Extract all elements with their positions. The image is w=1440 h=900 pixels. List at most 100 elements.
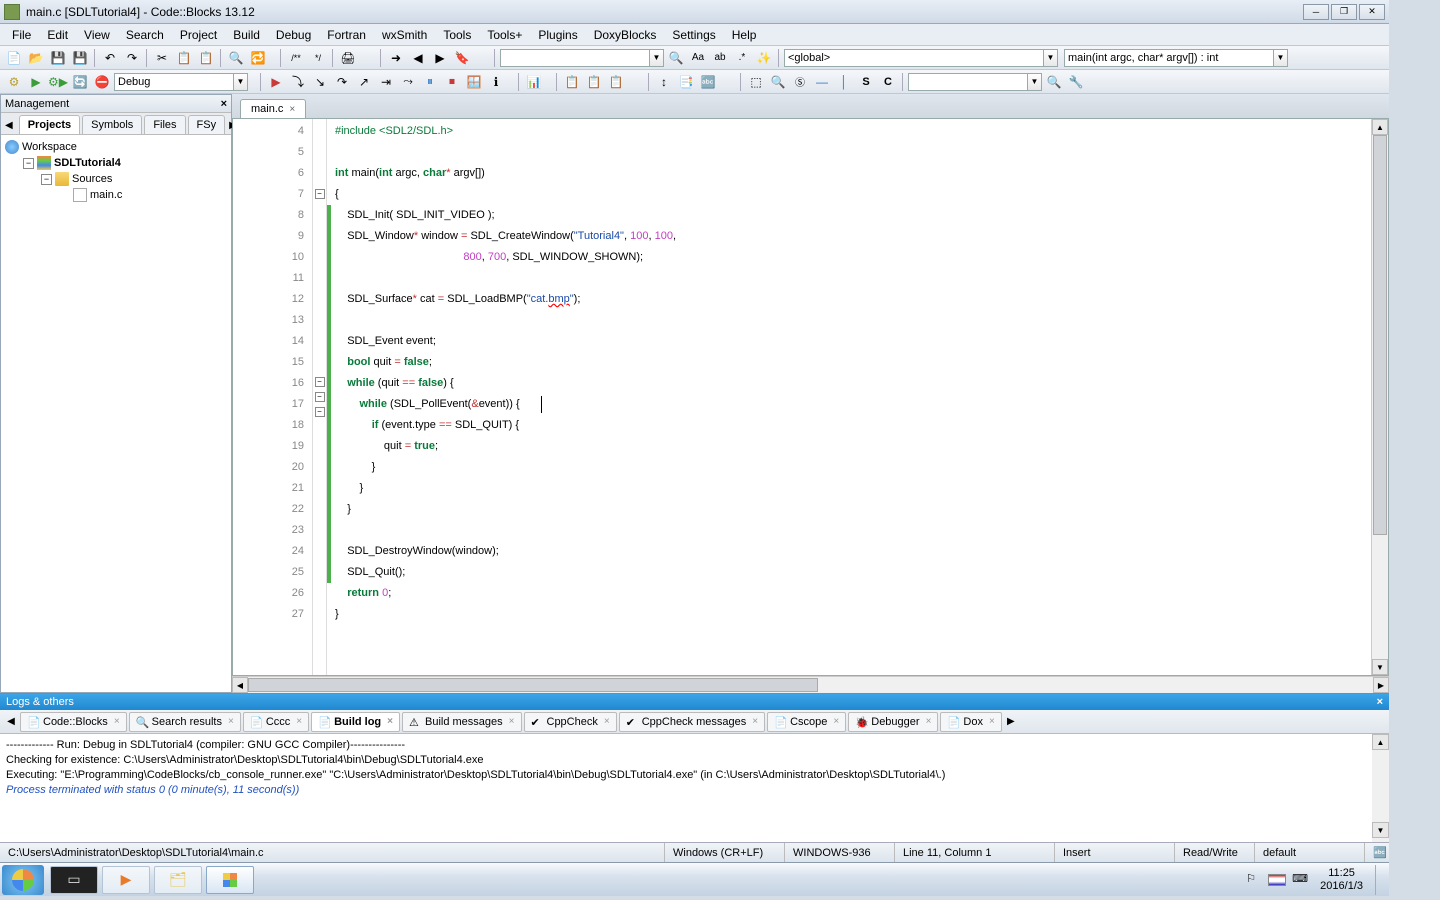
build-target-arrow[interactable]: ▼ — [234, 73, 248, 91]
fold-toggle[interactable]: − — [315, 407, 325, 417]
menu-doxyblocks[interactable]: DoxyBlocks — [586, 26, 665, 44]
log-tab-close[interactable]: × — [833, 716, 839, 727]
line-button[interactable]: — — [812, 72, 832, 92]
fold-toggle[interactable]: − — [315, 392, 325, 402]
menu-settings[interactable]: Settings — [664, 26, 723, 44]
replace-button[interactable]: 🔁 — [248, 48, 268, 68]
tree-project[interactable]: − SDLTutorial4 — [5, 155, 227, 171]
debug-windows-button[interactable]: 🪟 — [464, 72, 484, 92]
tray-keyboard-icon[interactable]: ⌨ — [1292, 872, 1308, 888]
tray-lang-icon[interactable] — [1268, 874, 1286, 886]
log-tab-close[interactable]: × — [114, 716, 120, 727]
scope-dropdown[interactable]: ▼ — [784, 49, 1058, 67]
settings-button[interactable]: 🔧 — [1066, 72, 1086, 92]
func-dropdown[interactable]: ▼ — [1064, 49, 1288, 67]
tray-flag-icon[interactable]: ⚐ — [1246, 872, 1262, 888]
sel-button[interactable]: Ⓢ — [790, 72, 810, 92]
find-dropdown-arrow[interactable]: ▼ — [650, 49, 664, 67]
rebuild-button[interactable]: 🔄 — [70, 72, 90, 92]
menu-fortran[interactable]: Fortran — [319, 26, 374, 44]
find-button[interactable]: 🔍 — [226, 48, 246, 68]
sources-expander[interactable]: − — [41, 174, 52, 185]
find-go-button[interactable]: 🔍 — [666, 48, 686, 68]
run-to-cursor-button[interactable]: ⤵ — [288, 72, 308, 92]
build-run-button[interactable]: ⚙▶ — [48, 72, 68, 92]
log-tab-close[interactable]: × — [296, 716, 302, 727]
run-button[interactable]: ▶ — [26, 72, 46, 92]
extra-dropdown[interactable]: ▼ — [908, 73, 1042, 91]
new-file-button[interactable]: 📄 — [4, 48, 24, 68]
logs-tab-right[interactable]: ▶ — [1004, 716, 1018, 727]
step-over-button[interactable]: ↷ — [332, 72, 352, 92]
menu-tools+[interactable]: Tools+ — [479, 26, 530, 44]
menu-plugins[interactable]: Plugins — [530, 26, 585, 44]
editor-hscroll[interactable]: ◀ ▶ — [232, 676, 1389, 693]
log-tab-codeblocks[interactable]: 📄Code::Blocks× — [20, 712, 127, 732]
save-all-button[interactable]: 💾 — [70, 48, 90, 68]
undo-button[interactable]: ↶ — [100, 48, 120, 68]
scope-input[interactable] — [784, 49, 1044, 67]
next-instr-button[interactable]: ⇥ — [376, 72, 396, 92]
logs-vscroll[interactable]: ▲ ▼ — [1372, 734, 1389, 842]
regex-button[interactable]: .* — [732, 48, 752, 68]
highlight-button[interactable]: ✨ — [754, 48, 774, 68]
step-instr-button[interactable]: ⤳ — [398, 72, 418, 92]
log-tab-close[interactable]: × — [387, 716, 393, 727]
print-button[interactable]: 🖨 — [338, 48, 358, 68]
doxy-button[interactable]: /** — [286, 48, 306, 68]
build-target-dropdown[interactable]: ▼ — [114, 73, 248, 91]
log-tab-searchresults[interactable]: 🔍Search results× — [129, 712, 241, 732]
mgmt-tab-projects[interactable]: Projects — [19, 115, 80, 134]
step-into-button[interactable]: ↘ — [310, 72, 330, 92]
log-tab-close[interactable]: × — [926, 716, 932, 727]
case-button[interactable]: Aa — [688, 48, 708, 68]
log-tab-debugger[interactable]: 🐞Debugger× — [848, 712, 938, 732]
logs-close-button[interactable]: × — [1377, 696, 1383, 708]
log-tab-cccc[interactable]: 📄Cccc× — [243, 712, 309, 732]
mgmt-tab-symbols[interactable]: Symbols — [82, 115, 142, 134]
stop-debug-button[interactable]: ⏹ — [442, 72, 462, 92]
find-panel-button[interactable]: 🔍 — [768, 72, 788, 92]
log-tab-cppcheck[interactable]: ✔CppCheck× — [524, 712, 617, 732]
doxy2-button[interactable]: */ — [308, 48, 328, 68]
vscroll-up[interactable]: ▲ — [1372, 119, 1388, 135]
minimize-button[interactable]: ─ — [1303, 4, 1329, 20]
tree-file-mainc[interactable]: main.c — [5, 187, 227, 203]
col-button[interactable]: │ — [834, 72, 854, 92]
save-button[interactable]: 💾 — [48, 48, 68, 68]
misc3-button[interactable]: 📋 — [606, 72, 626, 92]
project-expander[interactable]: − — [23, 158, 34, 169]
menu-edit[interactable]: Edit — [39, 26, 76, 44]
fortran-button[interactable]: 📊 — [524, 72, 544, 92]
bookmark-prev-button[interactable]: ◀ — [408, 48, 428, 68]
open-button[interactable]: 📂 — [26, 48, 46, 68]
close-button[interactable]: ✕ — [1359, 4, 1385, 20]
menu-project[interactable]: Project — [172, 26, 225, 44]
editor-vscroll[interactable]: ▲ ▼ — [1371, 119, 1388, 675]
build-target-input[interactable] — [114, 73, 234, 91]
log-tab-close[interactable]: × — [228, 716, 234, 727]
copy-button[interactable]: 📋 — [174, 48, 194, 68]
menu-file[interactable]: File — [4, 26, 39, 44]
log-tab-close[interactable]: × — [752, 716, 758, 727]
log-tab-close[interactable]: × — [604, 716, 610, 727]
find-input[interactable] — [500, 49, 650, 67]
search-go-button[interactable]: 🔍 — [1044, 72, 1064, 92]
menu-build[interactable]: Build — [225, 26, 268, 44]
vscroll-down[interactable]: ▼ — [1372, 659, 1388, 675]
debug-start-button[interactable]: ▶ — [266, 72, 286, 92]
sel-s-button[interactable]: S — [856, 72, 876, 92]
logs-vscroll-up[interactable]: ▲ — [1372, 734, 1389, 750]
misc4-button[interactable]: ↕ — [654, 72, 674, 92]
project-tree[interactable]: Workspace − SDLTutorial4 − Sources main.… — [1, 135, 231, 692]
hscroll-thumb[interactable] — [248, 678, 818, 692]
cut-button[interactable]: ✂ — [152, 48, 172, 68]
log-tab-cppcheckmessages[interactable]: ✔CppCheck messages× — [619, 712, 765, 732]
mgmt-tab-files[interactable]: Files — [144, 115, 185, 134]
misc5-button[interactable]: 📑 — [676, 72, 696, 92]
bookmark-button[interactable]: 🔖 — [452, 48, 472, 68]
abort-button[interactable]: ⛔ — [92, 72, 112, 92]
maximize-button[interactable]: ❐ — [1331, 4, 1357, 20]
bookmark-next-button[interactable]: ▶ — [430, 48, 450, 68]
log-tab-close[interactable]: × — [509, 716, 515, 727]
